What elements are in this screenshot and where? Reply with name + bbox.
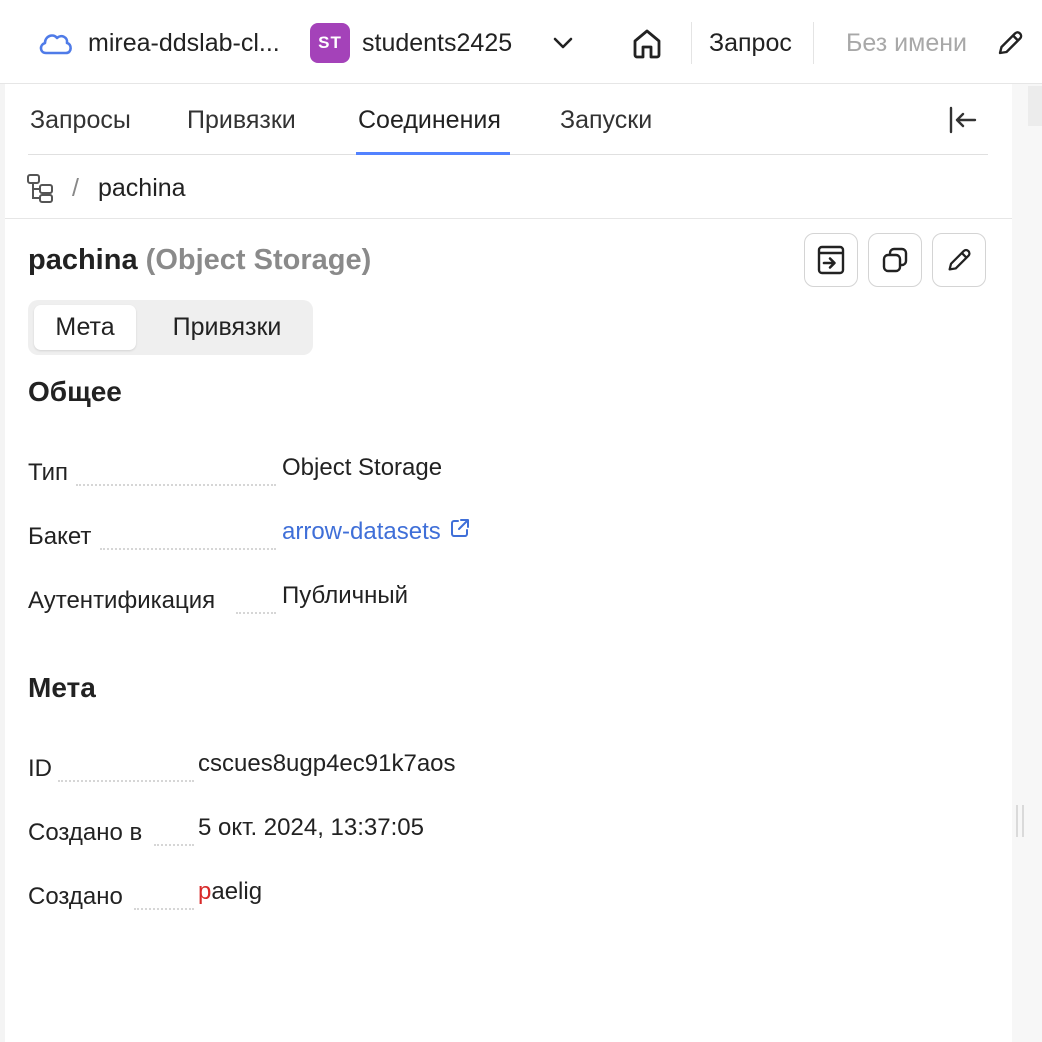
edit-icon: [948, 248, 971, 271]
field-value: cscues8ugp4ec91k7aos: [198, 750, 456, 777]
field-auth: Аутентификация Публичный: [28, 578, 988, 618]
field-label: Создано в: [28, 819, 143, 846]
tab-runs[interactable]: Запуски: [560, 100, 652, 140]
top-bar: mirea-ddslab-cl... ST students2425 Запро…: [0, 0, 1042, 84]
leader-dots: [134, 908, 194, 910]
connection-name: pachina: [28, 244, 138, 276]
query-label[interactable]: Запрос: [709, 24, 792, 62]
scrollbar-thumb[interactable]: [1028, 86, 1042, 126]
divider: [5, 218, 1012, 219]
bucket-link[interactable]: arrow-datasets: [282, 517, 471, 547]
separator: [813, 22, 814, 64]
active-tab-indicator: [356, 152, 510, 155]
field-type: Тип Object Storage: [28, 450, 988, 490]
field-value: Публичный: [282, 582, 409, 609]
folder-avatar[interactable]: ST: [310, 23, 350, 63]
collapse-panel-icon[interactable]: [946, 103, 980, 137]
field-value: Object Storage: [282, 454, 443, 481]
field-label: Тип: [28, 459, 69, 486]
separator: [691, 22, 692, 64]
bucket-link-text[interactable]: arrow-datasets: [282, 518, 441, 545]
copy-button[interactable]: [868, 233, 922, 287]
breadcrumb-current: pachina: [98, 174, 186, 202]
chevron-down-icon[interactable]: [550, 30, 576, 56]
field-value: 5 окт. 2024, 13:37:05: [198, 814, 424, 841]
page-title: pachina (Object Storage): [28, 240, 371, 280]
field-bucket: Бакет arrow-datasets: [28, 514, 988, 554]
field-id: ID cscues8ugp4ec91k7aos: [28, 746, 988, 786]
breadcrumb-separator: /: [72, 174, 79, 202]
field-label: Создано: [28, 883, 123, 910]
leader-dots: [236, 612, 276, 614]
section-meta-title: Мета: [28, 672, 96, 703]
tab-queries[interactable]: Запросы: [30, 100, 131, 140]
folder-name[interactable]: students2425: [362, 24, 512, 62]
leader-dots: [76, 484, 276, 486]
section-general-title: Общее: [28, 376, 122, 407]
use-connection-button[interactable]: [804, 233, 858, 287]
sign-in-icon: [817, 245, 845, 275]
user-login[interactable]: paelig: [198, 877, 262, 907]
field-created-by: Создано paelig: [28, 874, 988, 914]
leader-dots: [154, 844, 194, 846]
scrollbar-track[interactable]: [1012, 84, 1042, 1042]
left-edge: [0, 84, 5, 1042]
cloud-icon[interactable]: [36, 26, 74, 60]
leader-dots: [100, 548, 276, 550]
edit-button[interactable]: [932, 233, 986, 287]
segment-bindings[interactable]: Привязки: [146, 305, 308, 350]
resize-handle[interactable]: [1016, 805, 1024, 837]
copy-icon: [882, 247, 908, 273]
connection-type: (Object Storage): [145, 244, 372, 276]
user-login-rest: aelig: [211, 878, 263, 905]
pencil-icon[interactable]: [994, 27, 1026, 59]
view-switcher: Мета Привязки: [28, 300, 313, 355]
tab-connections[interactable]: Соединения: [358, 100, 501, 140]
field-created-at: Создано в 5 окт. 2024, 13:37:05: [28, 810, 988, 850]
field-label: ID: [28, 755, 52, 782]
external-link-icon[interactable]: [449, 517, 471, 539]
field-label: Аутентификация: [28, 587, 216, 614]
segment-meta[interactable]: Мета: [34, 305, 136, 350]
tab-bindings[interactable]: Привязки: [187, 100, 296, 140]
field-label: Бакет: [28, 523, 92, 550]
query-name-field[interactable]: Без имени: [846, 24, 967, 62]
cloud-name[interactable]: mirea-ddslab-cl...: [88, 24, 280, 62]
leader-dots: [58, 780, 194, 782]
home-icon[interactable]: [629, 25, 665, 61]
user-login-first-letter: p: [198, 878, 212, 905]
folder-tree-icon[interactable]: [26, 172, 56, 204]
